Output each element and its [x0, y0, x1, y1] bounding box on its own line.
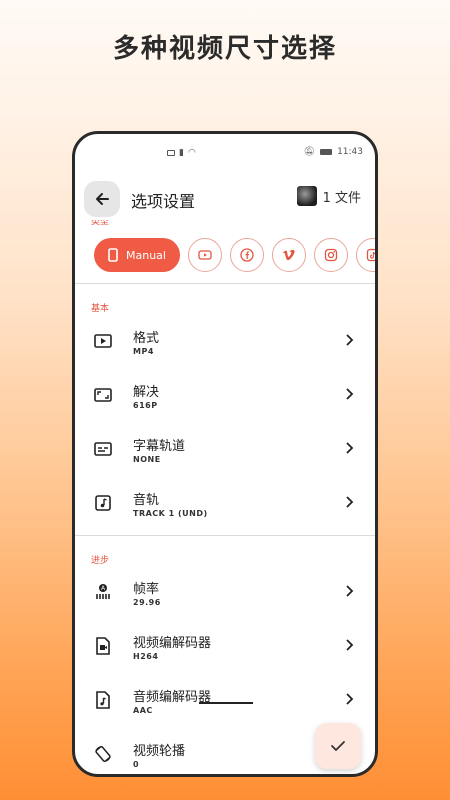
resolution-row[interactable]: 解决 616P: [75, 373, 375, 427]
status-right-group: 🔕︎ 11:43: [304, 147, 363, 157]
video-codec-row[interactable]: 视频编解码器 H264: [75, 624, 375, 678]
audio-codec-value: AAC: [133, 706, 153, 715]
file-count-button[interactable]: 1 文件: [296, 186, 361, 206]
confirm-button[interactable]: [315, 723, 361, 769]
phone-frame: ▮ ◠ 🔕︎ 11:43 选项设置 1 文件 类型 Manual 基本 格式 M…: [72, 131, 378, 777]
chip-manual[interactable]: Manual: [94, 238, 180, 272]
music-note-icon: [93, 493, 113, 513]
subtitle-track-title: 字幕轨道: [133, 439, 186, 454]
chevron-right-icon: [346, 388, 354, 400]
chip-youtube[interactable]: [187, 238, 222, 272]
frame-rate-row[interactable]: A 帧率 29.96: [75, 570, 375, 624]
type-section-label: 类型: [91, 220, 110, 227]
app-bar: 选项设置 1 文件: [75, 178, 375, 218]
facebook-icon: [240, 248, 254, 262]
youtube-icon: [198, 250, 212, 260]
chevron-right-icon: [346, 442, 354, 454]
subtitle-track-value: NONE: [133, 455, 161, 464]
promo-headline: 多种视频尺寸选择: [112, 34, 337, 64]
video-file-icon: [93, 636, 113, 656]
subtitle-track-row[interactable]: 字幕轨道 NONE: [75, 427, 375, 481]
status-bar: ▮ ◠ 🔕︎ 11:43: [75, 134, 375, 170]
rotate-icon: [93, 744, 113, 764]
chip-manual-label: Manual: [126, 248, 166, 262]
chevron-right-icon: [346, 693, 354, 705]
audio-track-row[interactable]: 音轨 TRACK 1 (UND): [75, 481, 375, 535]
chip-facebook[interactable]: [229, 238, 264, 272]
instagram-icon: [324, 248, 338, 262]
hd-icon: [167, 150, 175, 156]
frame-rate-title: 帧率: [133, 582, 160, 597]
status-signal-group: ▮ ◠: [167, 148, 196, 158]
chevron-right-icon: [346, 496, 354, 508]
resolution-icon: [93, 385, 113, 405]
chevron-right-icon: [346, 639, 354, 651]
divider: [75, 283, 375, 284]
audio-track-value: TRACK 1 (UND): [133, 509, 208, 518]
wifi-icon: ◠: [187, 148, 196, 158]
chip-tiktok[interactable]: [355, 238, 375, 272]
resolution-title: 解决: [133, 385, 160, 400]
format-row[interactable]: 格式 MP4: [75, 319, 375, 373]
file-count-label: 1 文件: [322, 190, 361, 206]
chip-instagram[interactable]: [313, 238, 348, 272]
chip-vimeo[interactable]: [271, 238, 306, 272]
frame-rate-value: 29.96: [133, 598, 161, 607]
format-title: 格式: [133, 331, 160, 346]
mute-icon: 🔕︎: [303, 147, 316, 157]
back-arrow-icon: [96, 193, 109, 205]
vimeo-icon: [282, 249, 295, 261]
page-title: 选项设置: [131, 192, 196, 211]
video-codec-value: H264: [133, 652, 159, 661]
audio-file-icon: [93, 690, 113, 710]
resolution-value: 616P: [133, 401, 158, 410]
file-thumbnail: [296, 186, 317, 206]
preset-chip-row: Manual: [94, 238, 375, 272]
check-icon: [331, 741, 345, 751]
tiktok-icon: [366, 248, 375, 262]
format-value: MP4: [133, 347, 154, 356]
audio-track-title: 音轨: [133, 493, 160, 508]
advanced-section-label: 进步: [91, 556, 110, 566]
subtitles-icon: [93, 439, 113, 459]
basic-section-label: 基本: [91, 304, 110, 314]
status-time: 11:43: [337, 147, 363, 157]
battery-icon: [320, 149, 333, 155]
play-box-icon: [93, 331, 113, 351]
video-rotation-value: 0: [133, 760, 140, 769]
signal-icon: ▮: [179, 148, 184, 158]
divider: [75, 535, 375, 536]
frame-rate-icon: A: [93, 582, 113, 602]
phone-icon: [108, 248, 118, 262]
back-button[interactable]: [84, 181, 120, 217]
video-codec-title: 视频编解码器: [133, 636, 212, 651]
chevron-right-icon: [346, 585, 354, 597]
text-cursor-line: [199, 702, 253, 704]
video-rotation-title: 视频轮播: [133, 744, 186, 759]
chevron-right-icon: [346, 334, 354, 346]
